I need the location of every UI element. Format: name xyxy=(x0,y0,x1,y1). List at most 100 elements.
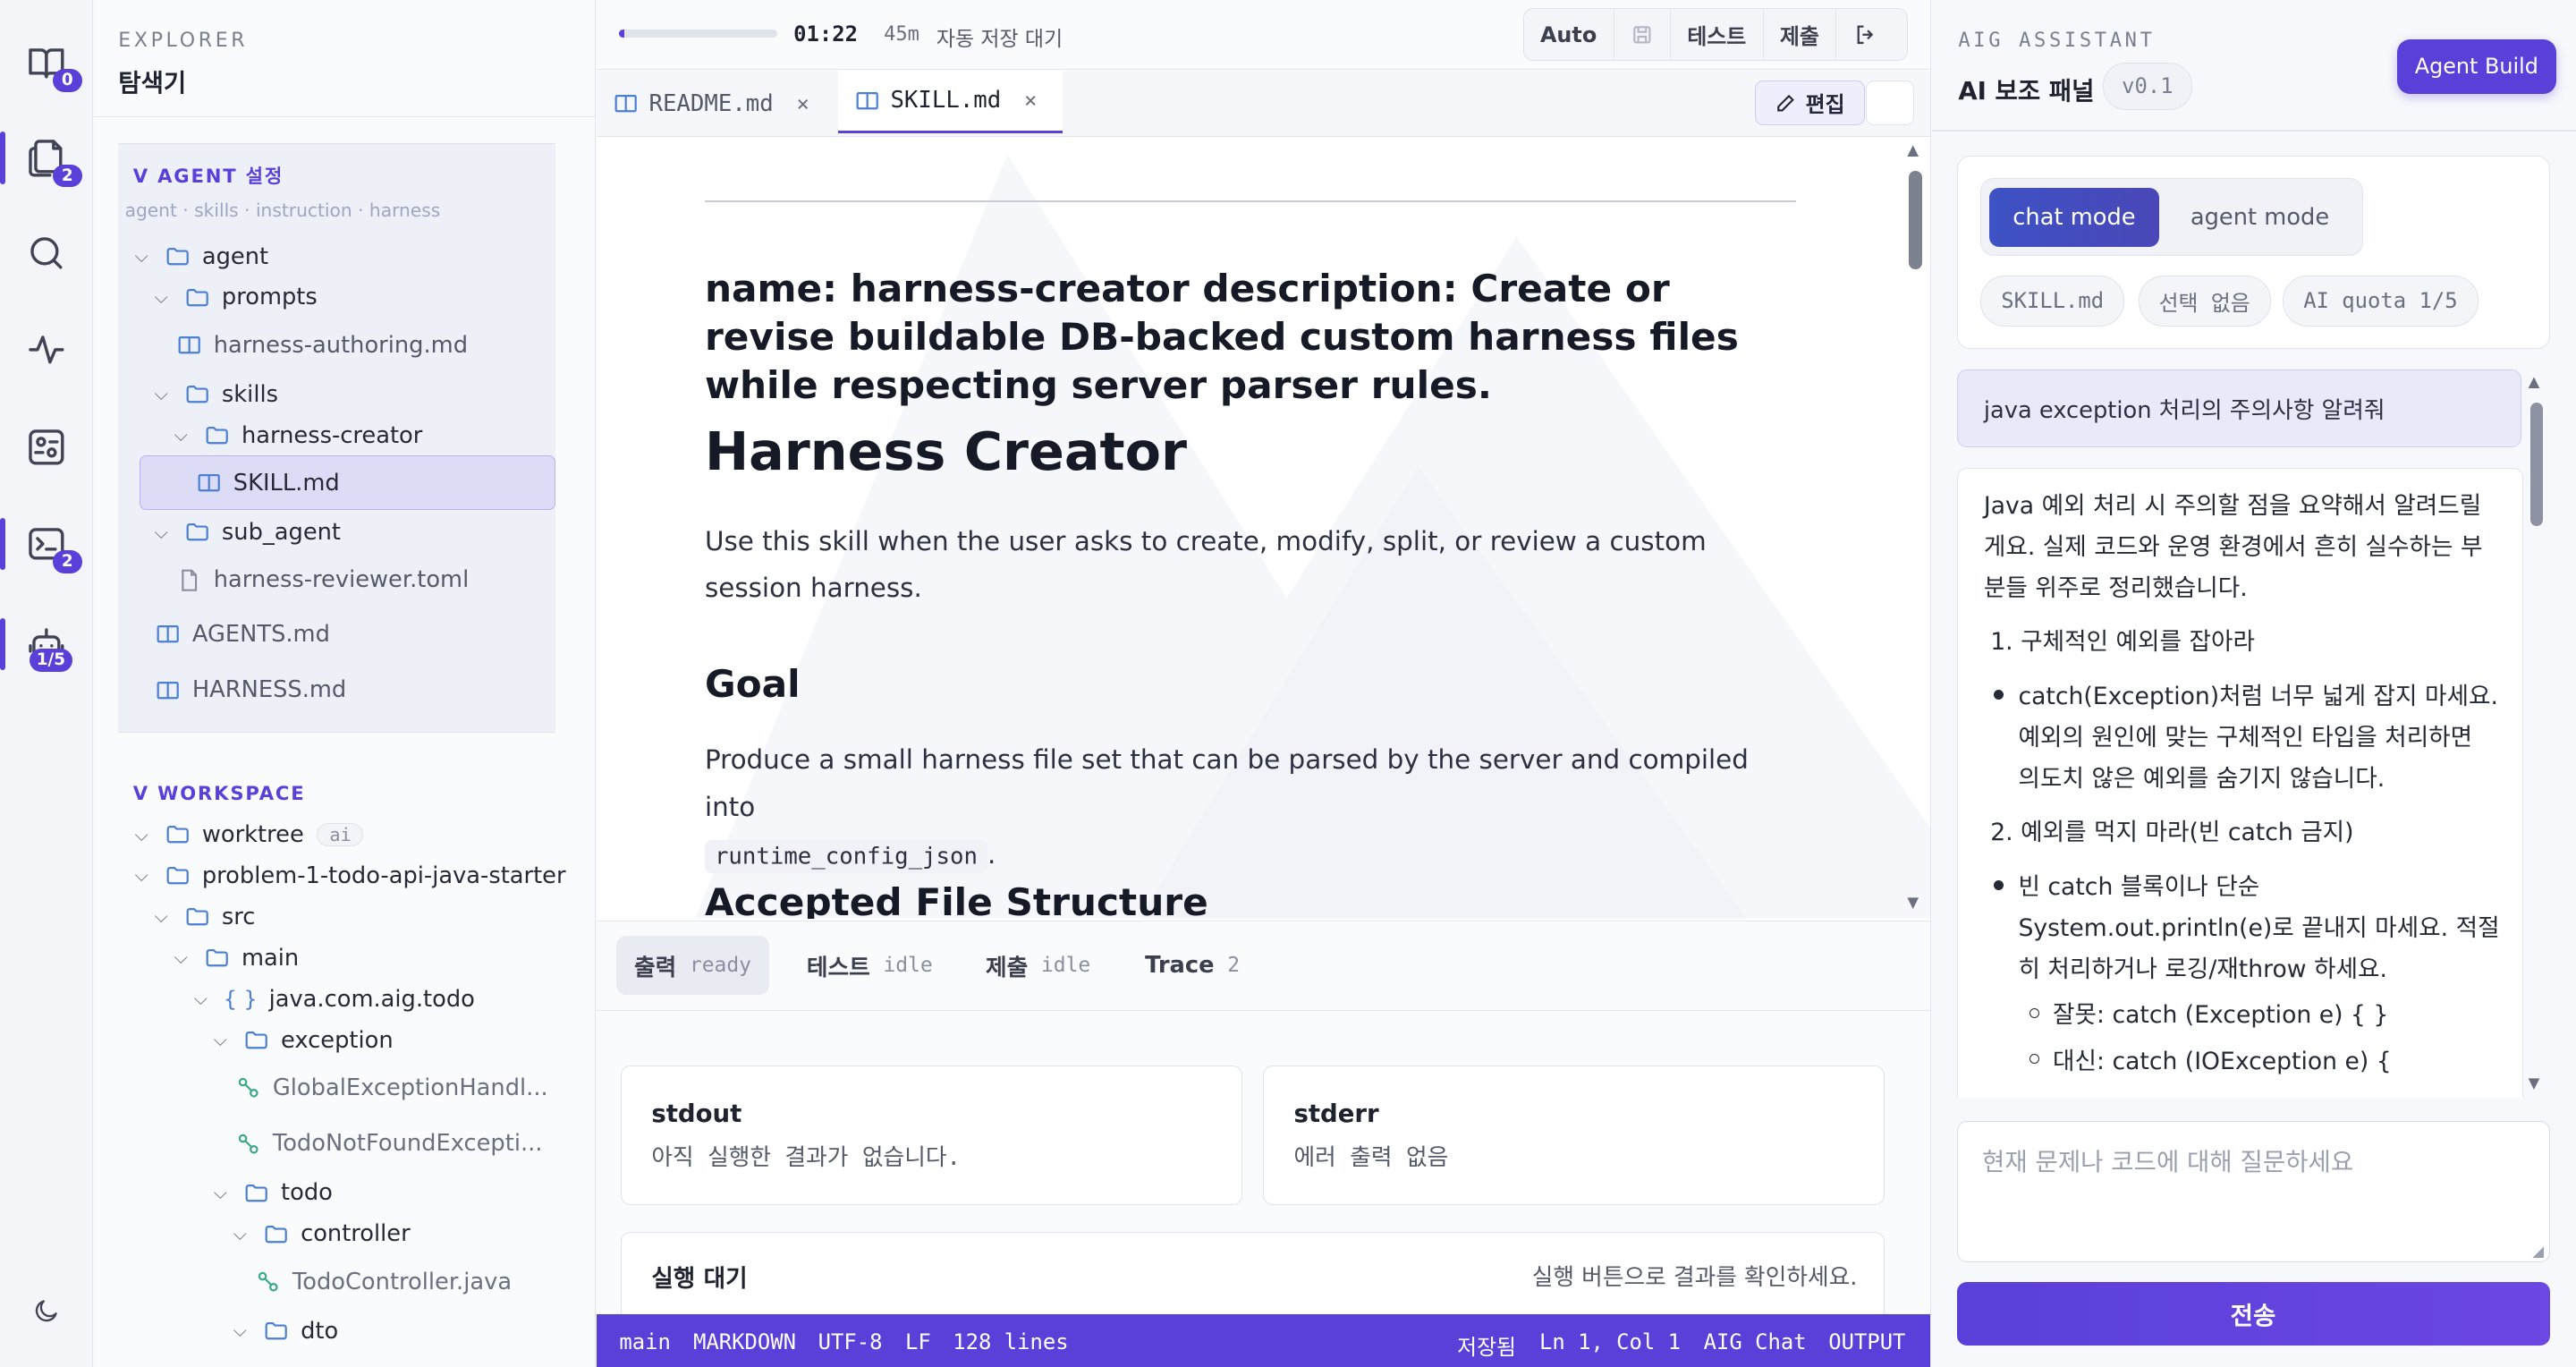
scroll-up-icon[interactable]: ▲ xyxy=(1907,141,1919,158)
exit-button[interactable] xyxy=(1836,9,1894,60)
tree-item-skill-md[interactable]: SKILL.md xyxy=(196,463,340,503)
tree-item-agent[interactable]: ⌵ agent xyxy=(135,236,269,276)
scroll-up-icon[interactable]: ▲ xyxy=(2529,373,2540,390)
edit-button[interactable]: 편집 xyxy=(1754,80,1865,125)
status-language[interactable]: MARKDOWN xyxy=(693,1329,796,1354)
stderr-card: stderr 에러 출력 없음 xyxy=(1263,1066,1885,1206)
assistant-message: Java 예외 처리 시 주의할 점을 요약해서 알려드릴 게요. 실제 코드와… xyxy=(1956,468,2524,1098)
tree-item-agents-md[interactable]: AGENTS.md xyxy=(155,615,330,654)
duration-label: 45m xyxy=(884,22,919,46)
explorer-button[interactable]: 0 xyxy=(0,26,92,98)
tree-label: exception xyxy=(281,1026,394,1054)
tree-item-worktree[interactable]: ⌵ worktree ai xyxy=(135,815,364,854)
status-output[interactable]: OUTPUT xyxy=(1828,1329,1905,1354)
agent-button[interactable]: 1/5 xyxy=(0,608,92,681)
tree-item-sub-agent[interactable]: ⌵ sub_agent xyxy=(155,513,341,552)
tree-label: prompts xyxy=(221,284,318,311)
close-icon[interactable]: × xyxy=(796,91,809,116)
tree-label: worktree xyxy=(201,821,304,849)
assistant-text: Java 예외 처리 시 주의할 점을 요약해서 알려드릴 xyxy=(1983,491,2482,520)
preview-toggle[interactable] xyxy=(1866,80,1914,125)
chevron-down-icon: ⌵ xyxy=(213,1181,228,1203)
book-file-icon xyxy=(614,95,637,113)
status-branch[interactable]: main xyxy=(619,1329,670,1354)
chat-input[interactable]: 현재 문제나 코드에 대해 질문하세요 ◢ xyxy=(1956,1120,2550,1262)
folder-open-icon xyxy=(166,867,189,885)
tab-label: 출력 xyxy=(633,954,677,981)
chat-scroll-thumb[interactable] xyxy=(2529,402,2544,526)
status-cursor[interactable]: Ln 1, Col 1 xyxy=(1539,1329,1681,1354)
autosave-status: 자동 저장 대기 xyxy=(936,27,1063,51)
goal-heading: Goal xyxy=(704,662,801,707)
bullet-dot xyxy=(1993,689,2004,700)
assistant-text: 대신: catch (IOException e) { xyxy=(2053,1047,2392,1075)
scroll-down-icon[interactable]: ▼ xyxy=(1907,894,1919,911)
workspace-section-title[interactable]: V WORKSPACE xyxy=(133,782,306,804)
doc-scroll-thumb[interactable] xyxy=(1909,171,1922,270)
chevron-down-icon: ⌵ xyxy=(174,947,188,969)
search-button[interactable] xyxy=(0,217,92,289)
dashboard-icon xyxy=(28,429,64,465)
folder-open-icon xyxy=(186,523,208,541)
test-button[interactable]: 테스트 xyxy=(1671,9,1764,61)
status-bar: main MARKDOWN UTF-8 LF 128 lines 저장됨 Ln … xyxy=(596,1314,1931,1367)
theme-toggle[interactable] xyxy=(0,1275,92,1347)
tree-label: src xyxy=(221,903,256,930)
tree-item-todo[interactable]: ⌵ todo xyxy=(214,1173,333,1212)
tree-item-todo-not-found[interactable]: TodoNotFoundExcepti... xyxy=(235,1124,542,1163)
close-icon[interactable]: × xyxy=(1024,88,1037,113)
tab-label: Trace xyxy=(1145,952,1215,980)
tab-readme[interactable]: README.md × xyxy=(613,71,836,136)
file-structure-heading: Accepted File Structure xyxy=(704,880,1208,919)
tree-item-controller[interactable]: ⌵ controller xyxy=(233,1214,411,1253)
tree-item-main[interactable]: ⌵ main xyxy=(174,938,300,978)
resize-handle-icon[interactable]: ◢ xyxy=(2532,1243,2544,1260)
tree-item-harness-reviewer[interactable]: harness-reviewer.toml xyxy=(176,560,469,599)
tab-output[interactable]: 출력 ready xyxy=(615,936,770,996)
board-button[interactable] xyxy=(0,411,92,483)
tree-item-harness-authoring[interactable]: harness-authoring.md xyxy=(176,326,468,365)
scroll-down-icon[interactable]: ▼ xyxy=(2529,1074,2540,1091)
ai-version-badge: v0.1 xyxy=(2102,62,2192,111)
tab-submit[interactable]: 제출 idle xyxy=(986,936,1090,995)
tree-item-exception[interactable]: ⌵ exception xyxy=(214,1021,394,1060)
submit-button[interactable]: 제출 xyxy=(1764,9,1837,61)
chevron-down-icon: ⌵ xyxy=(154,521,168,543)
status-eol[interactable]: LF xyxy=(905,1329,931,1354)
chat-scrollbar[interactable] xyxy=(2529,386,2544,1085)
save-icon xyxy=(1633,25,1651,44)
tab-trace[interactable]: Trace 2 xyxy=(1145,936,1240,995)
tree-item-prompts[interactable]: ⌵ prompts xyxy=(155,277,318,317)
tree-item-dto[interactable]: ⌵ dto xyxy=(233,1312,338,1351)
agent-build-button[interactable]: Agent Build xyxy=(2396,39,2556,94)
tree-item-skills[interactable]: ⌵ skills xyxy=(155,375,278,414)
tab-test[interactable]: 테스트 idle xyxy=(807,936,933,995)
tab-skill[interactable]: SKILL.md × xyxy=(837,70,1063,133)
send-button[interactable]: 전송 xyxy=(1956,1281,2550,1346)
agent-section-title[interactable]: V AGENT 설정 xyxy=(133,162,284,189)
markdown-preview: name: harness-creator description: Creat… xyxy=(596,138,1931,919)
quota-pill: AI quota 1/5 xyxy=(2283,275,2479,327)
status-encoding[interactable]: UTF-8 xyxy=(818,1329,883,1354)
stderr-body: 에러 출력 없음 xyxy=(1293,1143,1449,1171)
tree-item-global-exception[interactable]: GlobalExceptionHandl... xyxy=(235,1068,548,1108)
tree-item-harness-creator[interactable]: ⌵ harness-creator xyxy=(174,416,423,455)
terminal-button[interactable]: 2 xyxy=(0,508,92,581)
agent-mode-button[interactable]: agent mode xyxy=(2165,188,2354,247)
tree-item-harness-md[interactable]: HARNESS.md xyxy=(155,670,346,709)
assistant-list-item: 2. 예외를 먹지 마라(빈 catch 금지) xyxy=(1990,819,2354,847)
search-icon xyxy=(30,237,63,269)
save-icon-button[interactable] xyxy=(1614,9,1671,61)
tree-item-src[interactable]: ⌵ src xyxy=(155,897,256,937)
explorer-title: 탐색기 xyxy=(118,68,187,98)
tree-item-package[interactable]: ⌵ { } java.com.aig.todo xyxy=(194,980,475,1019)
status-lines: 128 lines xyxy=(953,1329,1069,1354)
files-button[interactable]: 2 xyxy=(0,122,92,194)
status-chat[interactable]: AIG Chat xyxy=(1704,1329,1807,1354)
chat-mode-button[interactable]: chat mode xyxy=(1989,187,2159,247)
doc-scrollbar[interactable] xyxy=(1909,157,1922,900)
auto-button[interactable]: Auto xyxy=(1524,9,1614,61)
tree-item-todo-controller[interactable]: TodoController.java xyxy=(255,1262,512,1302)
tree-item-project[interactable]: ⌵ problem-1-todo-api-java-starter xyxy=(135,856,566,896)
activity-button[interactable] xyxy=(0,314,92,386)
